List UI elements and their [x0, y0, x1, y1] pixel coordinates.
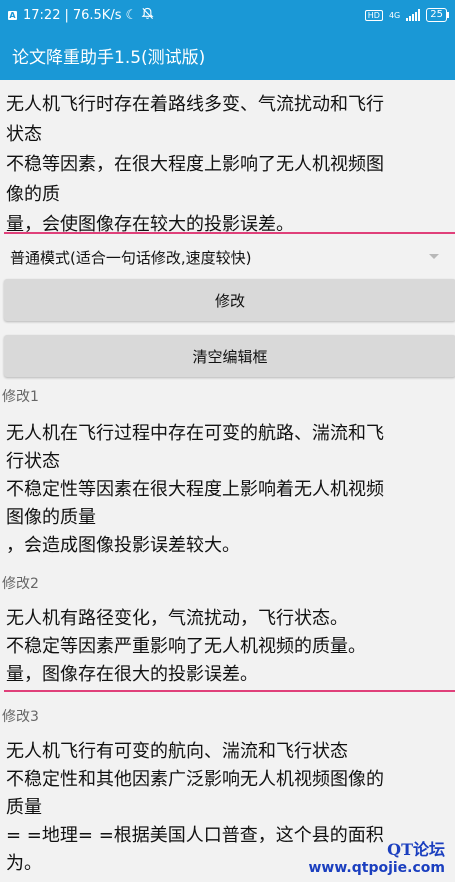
moon-icon: ☾ — [125, 7, 138, 23]
result-line: 行状态 — [6, 451, 60, 472]
notification-a-icon: A — [8, 10, 17, 20]
mode-select[interactable]: 普通模式(适合一句话修改,速度较快) — [0, 238, 455, 276]
editor-line: 无人机飞行时存在着路线多变、气流扰动和飞行 — [6, 94, 384, 115]
result-line: 量，图像存在很大的投影误差。 — [6, 664, 258, 685]
watermark-url: www.qtpojie.com — [308, 860, 446, 876]
status-left: A 17:22 | 76.5K/s ☾ — [8, 7, 154, 24]
app-bar: 论文降重助手1.5(测试版) — [0, 30, 455, 80]
modify-button[interactable]: 修改 — [4, 279, 455, 321]
dropdown-arrow-icon — [429, 254, 439, 259]
result-label: 修改1 — [2, 389, 39, 405]
result-divider — [4, 690, 455, 692]
app-title: 论文降重助手1.5(测试版) — [12, 47, 206, 68]
status-right: HD 4G 25 — [364, 8, 449, 22]
result-label: 修改2 — [2, 576, 39, 592]
bell-muted-icon — [141, 7, 154, 24]
status-separator: | — [64, 7, 69, 23]
result-line: 图像的质量 — [6, 507, 96, 528]
signal-icon — [406, 9, 421, 21]
source-text-input[interactable]: 无人机飞行时存在着路线多变、气流扰动和飞行 状态 不稳等因素，在很大程度上影响了… — [0, 90, 455, 240]
result-line: 无人机在飞行过程中存在可变的航路、湍流和飞 — [6, 423, 384, 444]
result-line: 不稳定性和其他因素广泛影响无人机视频图像的 — [6, 769, 384, 790]
clear-editor-button[interactable]: 清空编辑框 — [4, 335, 455, 377]
watermark: QT论坛 www.qtpojie.com — [309, 836, 446, 876]
editor-line: 像的质 — [6, 184, 60, 205]
result-text: 无人机有路径变化，气流扰动，飞行状态。 不稳定等因素严重影响了无人机视频的质量。… — [0, 605, 455, 689]
result-label: 修改3 — [2, 709, 39, 725]
status-bar: A 17:22 | 76.5K/s ☾ HD 4G 25 — [0, 0, 455, 30]
result-text: 无人机在飞行过程中存在可变的航路、湍流和飞 行状态 不稳定性等因素在很大程度上影… — [0, 420, 455, 560]
editor-underline — [4, 232, 455, 234]
hd-icon: HD — [364, 9, 383, 21]
result-line: ，会造成图像投影误差较大。 — [6, 535, 240, 556]
result-line: 无人机飞行有可变的航向、湍流和飞行状态 — [6, 741, 348, 762]
network-type: 4G — [388, 10, 401, 20]
status-time: 17:22 — [23, 7, 61, 23]
watermark-top: QT论坛 — [387, 840, 445, 859]
editor-line: 量，会使图像存在较大的投影误差。 — [6, 214, 294, 235]
mode-select-value: 普通模式(适合一句话修改,速度较快) — [10, 248, 252, 267]
editor-line: 状态 — [6, 124, 42, 145]
result-line: 无人机有路径变化，气流扰动，飞行状态。 — [6, 608, 348, 629]
result-line: 不稳定等因素严重影响了无人机视频的质量。 — [6, 636, 366, 657]
result-line: 质量 — [6, 797, 42, 818]
battery-icon: 25 — [426, 8, 449, 22]
editor-line: 不稳等因素，在很大程度上影响了无人机视频图 — [6, 154, 384, 175]
result-line: 不稳定性等因素在很大程度上影响着无人机视频 — [6, 479, 384, 500]
network-speed: 76.5K/s — [72, 7, 122, 23]
